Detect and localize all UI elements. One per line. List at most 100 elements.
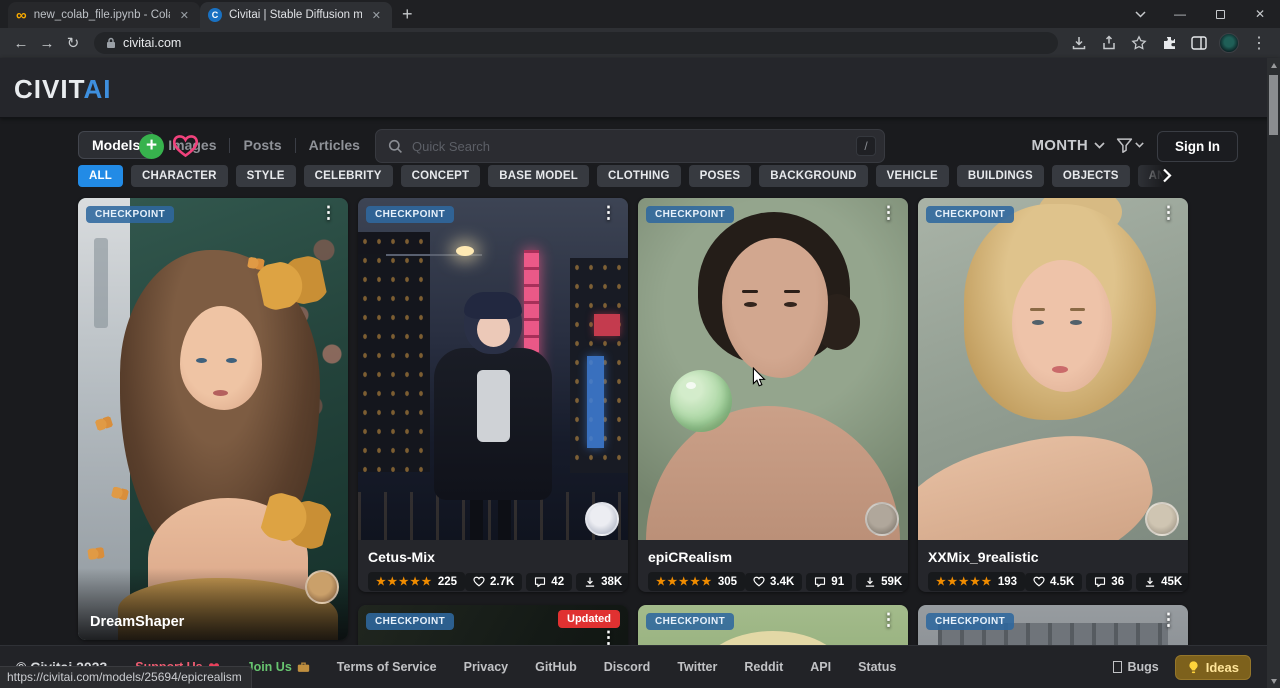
model-image[interactable]: CHECKPOINT ⋮ <box>358 198 628 540</box>
footer-link-join-us[interactable]: Join Us <box>247 660 310 674</box>
model-image[interactable]: CHECKPOINT ⋮ DreamShaper <box>78 198 348 640</box>
stat-chips: 3.4K 91 59K <box>745 573 908 591</box>
footer-link-terms[interactable]: Terms of Service <box>337 660 437 674</box>
card-stats: ★★★★★ 193 4.5K 36 <box>928 572 1178 591</box>
tab-title: Civitai | Stable Diffusion models, <box>229 9 362 21</box>
upload-plus-button[interactable]: + <box>139 134 164 159</box>
art-shape <box>670 370 732 432</box>
category-pill-poses[interactable]: POSES <box>689 165 752 187</box>
footer-link-github[interactable]: GitHub <box>535 660 577 674</box>
comments-count: 36 <box>1111 576 1124 588</box>
card-menu-kebab-icon[interactable]: ⋮ <box>872 201 905 225</box>
category-pill-objects[interactable]: OBJECTS <box>1052 165 1130 187</box>
browser-profile-avatar[interactable] <box>1216 31 1242 55</box>
footer-link-privacy[interactable]: Privacy <box>464 660 508 674</box>
creator-avatar[interactable] <box>1145 502 1179 536</box>
back-button[interactable]: ← <box>8 31 34 55</box>
window-minimize-button[interactable]: — <box>1160 0 1200 28</box>
card-menu-kebab-icon[interactable]: ⋮ <box>1152 201 1185 225</box>
quick-search-bar[interactable]: / <box>375 129 885 163</box>
model-image[interactable]: CHECKPOINT ⋮ <box>638 198 908 540</box>
address-bar[interactable]: civitai.com <box>94 32 1058 54</box>
period-label: MONTH <box>1032 137 1089 154</box>
sign-in-button[interactable]: Sign In <box>1157 131 1238 162</box>
window-controls: — ✕ <box>1120 0 1280 28</box>
tab-close-icon[interactable]: ✕ <box>369 9 384 22</box>
category-scroll-right-button[interactable] <box>1162 168 1172 188</box>
model-card-dreamshaper[interactable]: CHECKPOINT ⋮ DreamShaper <box>78 198 348 640</box>
creator-avatar[interactable] <box>305 570 339 604</box>
model-card-xxmix-9realistic[interactable]: CHECKPOINT ⋮ XXMix_9realistic ★★★★★ 193 <box>918 198 1188 592</box>
card-menu-kebab-icon[interactable]: ⋮ <box>312 201 345 225</box>
category-pill-character[interactable]: CHARACTER <box>131 165 228 187</box>
heart-icon <box>473 576 485 587</box>
search-input[interactable] <box>412 139 847 154</box>
card-footer: XXMix_9realistic ★★★★★ 193 4.5K <box>918 540 1188 591</box>
card-menu-kebab-icon[interactable]: ⋮ <box>592 201 625 225</box>
window-maximize-button[interactable] <box>1200 0 1240 28</box>
likes-count: 2.7K <box>490 576 514 588</box>
scrollbar-down-arrow[interactable] <box>1267 674 1280 688</box>
model-image[interactable]: CHECKPOINT ⋮ <box>918 198 1188 540</box>
creator-avatar[interactable] <box>585 502 619 536</box>
art-shape <box>742 290 758 293</box>
ideas-button[interactable]: Ideas <box>1175 655 1251 680</box>
butterfly-shape <box>87 547 104 560</box>
art-shape <box>587 356 604 448</box>
browser-tab-colab[interactable]: ∞ new_colab_file.ipynb - Colaborat ✕ <box>8 2 200 28</box>
window-close-button[interactable]: ✕ <box>1240 0 1280 28</box>
category-pill-style[interactable]: STYLE <box>236 165 296 187</box>
forward-button[interactable]: → <box>34 31 60 55</box>
side-panel-icon[interactable] <box>1186 31 1212 55</box>
art-shape <box>94 238 108 328</box>
footer-link-twitter[interactable]: Twitter <box>677 660 717 674</box>
tab-articles[interactable]: Articles <box>296 132 373 158</box>
category-pill-all[interactable]: ALL <box>78 165 123 187</box>
footer-link-status[interactable]: Status <box>858 660 896 674</box>
bugs-link[interactable]: Bugs <box>1113 660 1159 674</box>
page-scrollbar[interactable] <box>1267 58 1280 688</box>
card-menu-kebab-icon[interactable]: ⋮ <box>1152 608 1185 632</box>
creator-avatar[interactable] <box>865 502 899 536</box>
category-pill-clothing[interactable]: CLOTHING <box>597 165 681 187</box>
reload-button[interactable]: ↻ <box>60 31 86 55</box>
model-title: DreamShaper <box>90 614 184 630</box>
footer-link-reddit[interactable]: Reddit <box>744 660 783 674</box>
art-shape <box>477 370 510 442</box>
category-pill-celebrity[interactable]: CELEBRITY <box>304 165 393 187</box>
share-icon[interactable] <box>1096 31 1122 55</box>
content-type-tabs: Models Images Posts Articles <box>78 131 373 159</box>
category-pill-background[interactable]: BACKGROUND <box>759 165 867 187</box>
category-pill-base-model[interactable]: BASE MODEL <box>488 165 589 187</box>
bookmark-star-icon[interactable] <box>1126 31 1152 55</box>
footer-link-discord[interactable]: Discord <box>604 660 651 674</box>
footer-link-api[interactable]: API <box>810 660 831 674</box>
model-card-epicrealism[interactable]: CHECKPOINT ⋮ epiCRealism ★★★★★ 305 <box>638 198 908 592</box>
art-shape <box>784 290 800 293</box>
category-pill-vehicle[interactable]: VEHICLE <box>876 165 949 187</box>
new-tab-button[interactable]: + <box>402 4 413 25</box>
link-label: Join Us <box>247 660 292 674</box>
civitai-logo[interactable]: CIVITAI <box>14 74 112 105</box>
url-text: civitai.com <box>123 36 181 50</box>
download-icon[interactable] <box>1066 31 1092 55</box>
category-pill-buildings[interactable]: BUILDINGS <box>957 165 1044 187</box>
model-card-cetus-mix[interactable]: CHECKPOINT ⋮ Cetus-Mix ★★★★★ 225 <box>358 198 628 592</box>
favorites-heart-icon[interactable] <box>172 134 199 163</box>
scrollbar-thumb[interactable] <box>1269 75 1278 135</box>
scrollbar-up-arrow[interactable] <box>1267 58 1280 72</box>
tab-close-icon[interactable]: ✕ <box>177 9 192 22</box>
model-title: epiCRealism <box>648 549 898 565</box>
category-pill-concept[interactable]: CONCEPT <box>401 165 481 187</box>
browser-tab-civitai[interactable]: C Civitai | Stable Diffusion models, ✕ <box>200 2 392 28</box>
triangle-up-icon <box>1271 63 1277 68</box>
bug-glyph-icon <box>1113 661 1122 673</box>
card-menu-kebab-icon[interactable]: ⋮ <box>872 608 905 632</box>
filter-funnel-button[interactable] <box>1114 135 1146 156</box>
period-dropdown[interactable]: MONTH <box>1032 137 1106 154</box>
extensions-puzzle-icon[interactable] <box>1156 31 1182 55</box>
browser-menu-kebab-icon[interactable]: ⋮ <box>1246 31 1272 55</box>
search-shortcut-badge: / <box>856 136 876 156</box>
window-menu-chevron-icon[interactable] <box>1120 0 1160 28</box>
tab-posts[interactable]: Posts <box>230 132 294 158</box>
